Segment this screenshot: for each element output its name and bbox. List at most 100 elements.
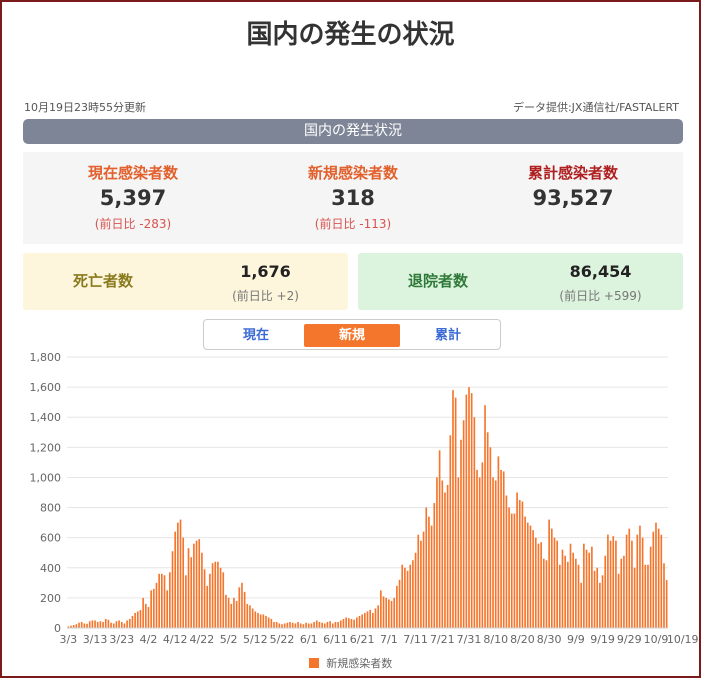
bar (652, 531, 655, 628)
tab-total[interactable]: 累計 (400, 324, 496, 347)
bar (99, 621, 102, 628)
bar (599, 582, 601, 628)
bar (160, 573, 163, 628)
bar (404, 567, 406, 628)
bar (96, 621, 99, 628)
bar (185, 575, 187, 628)
page-title: 国内の発生の状況 (246, 20, 455, 50)
x-tick-label: 5/12 (243, 633, 268, 646)
x-tick-label: 8/20 (510, 633, 535, 646)
x-tick-label: 6/21 (350, 633, 375, 646)
bar (136, 611, 139, 628)
x-tick-label: 9/29 (617, 633, 642, 646)
bar (561, 549, 564, 628)
bar (355, 617, 358, 628)
bar (339, 620, 342, 628)
y-tick-label: 600 (40, 532, 61, 545)
bar (556, 540, 558, 628)
bar (222, 572, 225, 628)
bar (139, 609, 142, 628)
bar (476, 469, 478, 628)
bar (163, 575, 166, 628)
x-tick-label: 4/22 (190, 633, 215, 646)
bar (91, 620, 94, 628)
chart-tabs: 現在 新規 累計 (203, 319, 501, 350)
bar (177, 522, 179, 628)
bar (291, 622, 294, 628)
bar (518, 500, 521, 628)
bar (412, 560, 414, 628)
bar (115, 621, 118, 628)
bar (657, 528, 660, 628)
y-tick-label: 1,400 (30, 411, 62, 424)
bar (516, 492, 518, 628)
bar (345, 617, 347, 628)
bar (665, 580, 668, 628)
bar (454, 397, 457, 628)
bar (307, 623, 310, 628)
bar (406, 570, 409, 628)
bar (257, 612, 259, 628)
bar (473, 417, 476, 628)
bar (275, 621, 278, 628)
stat-total: 累計感染者数 93,527 (463, 152, 683, 244)
tab-new[interactable]: 新規 (304, 324, 400, 347)
bar (310, 623, 313, 628)
bar (174, 531, 177, 628)
bar (227, 597, 230, 628)
bar (588, 552, 591, 628)
bar (500, 469, 502, 628)
deaths-value: 1,676 (240, 262, 291, 281)
bar (278, 623, 281, 628)
bar (214, 561, 217, 628)
bar (372, 612, 374, 628)
bar (313, 621, 315, 628)
bar (639, 525, 641, 628)
bar (86, 623, 88, 628)
bar (254, 611, 257, 628)
x-tick-label: 9/9 (567, 633, 585, 646)
bar (625, 534, 628, 628)
bar (615, 540, 617, 628)
bar (396, 585, 398, 628)
bar (329, 621, 331, 628)
stat-current: 現在感染者数 5,397 (前日比 -283) (23, 152, 243, 244)
bar (152, 588, 155, 628)
x-tick-label: 6/1 (300, 633, 318, 646)
bar (190, 557, 193, 628)
bar (470, 393, 473, 628)
bar (171, 551, 174, 628)
bar (88, 621, 91, 628)
bar (147, 606, 150, 628)
bar (537, 543, 540, 628)
stat-current-diff: (前日比 -283) (94, 217, 172, 231)
bar (155, 582, 158, 628)
bar (385, 597, 388, 628)
tab-current[interactable]: 現在 (208, 324, 304, 347)
bar (179, 519, 182, 628)
bar (529, 525, 532, 628)
x-tick-label: 10/19 (667, 633, 699, 646)
bar (393, 597, 396, 628)
bar (118, 620, 120, 628)
bar (334, 621, 337, 628)
y-tick-label: 200 (40, 592, 61, 605)
new-cases-chart: 02004006008001,0001,2001,4001,6001,8003/… (30, 351, 699, 646)
bar (553, 537, 556, 628)
bar (425, 507, 428, 628)
bar (631, 540, 633, 628)
bar (591, 546, 593, 628)
bar (478, 477, 481, 628)
bar (460, 439, 462, 628)
bar (353, 619, 355, 628)
bar (486, 432, 489, 628)
bar (623, 555, 625, 628)
bar (428, 516, 430, 628)
bar (233, 597, 235, 628)
bar (481, 462, 484, 628)
bar (283, 623, 286, 628)
recovered-box: 退院者数 86,454 (前日比 +599) (358, 253, 683, 310)
stat-new: 新規感染者数 318 (前日比 -113) (243, 152, 463, 244)
bar (569, 543, 572, 628)
x-tick-label: 8/30 (537, 633, 562, 646)
